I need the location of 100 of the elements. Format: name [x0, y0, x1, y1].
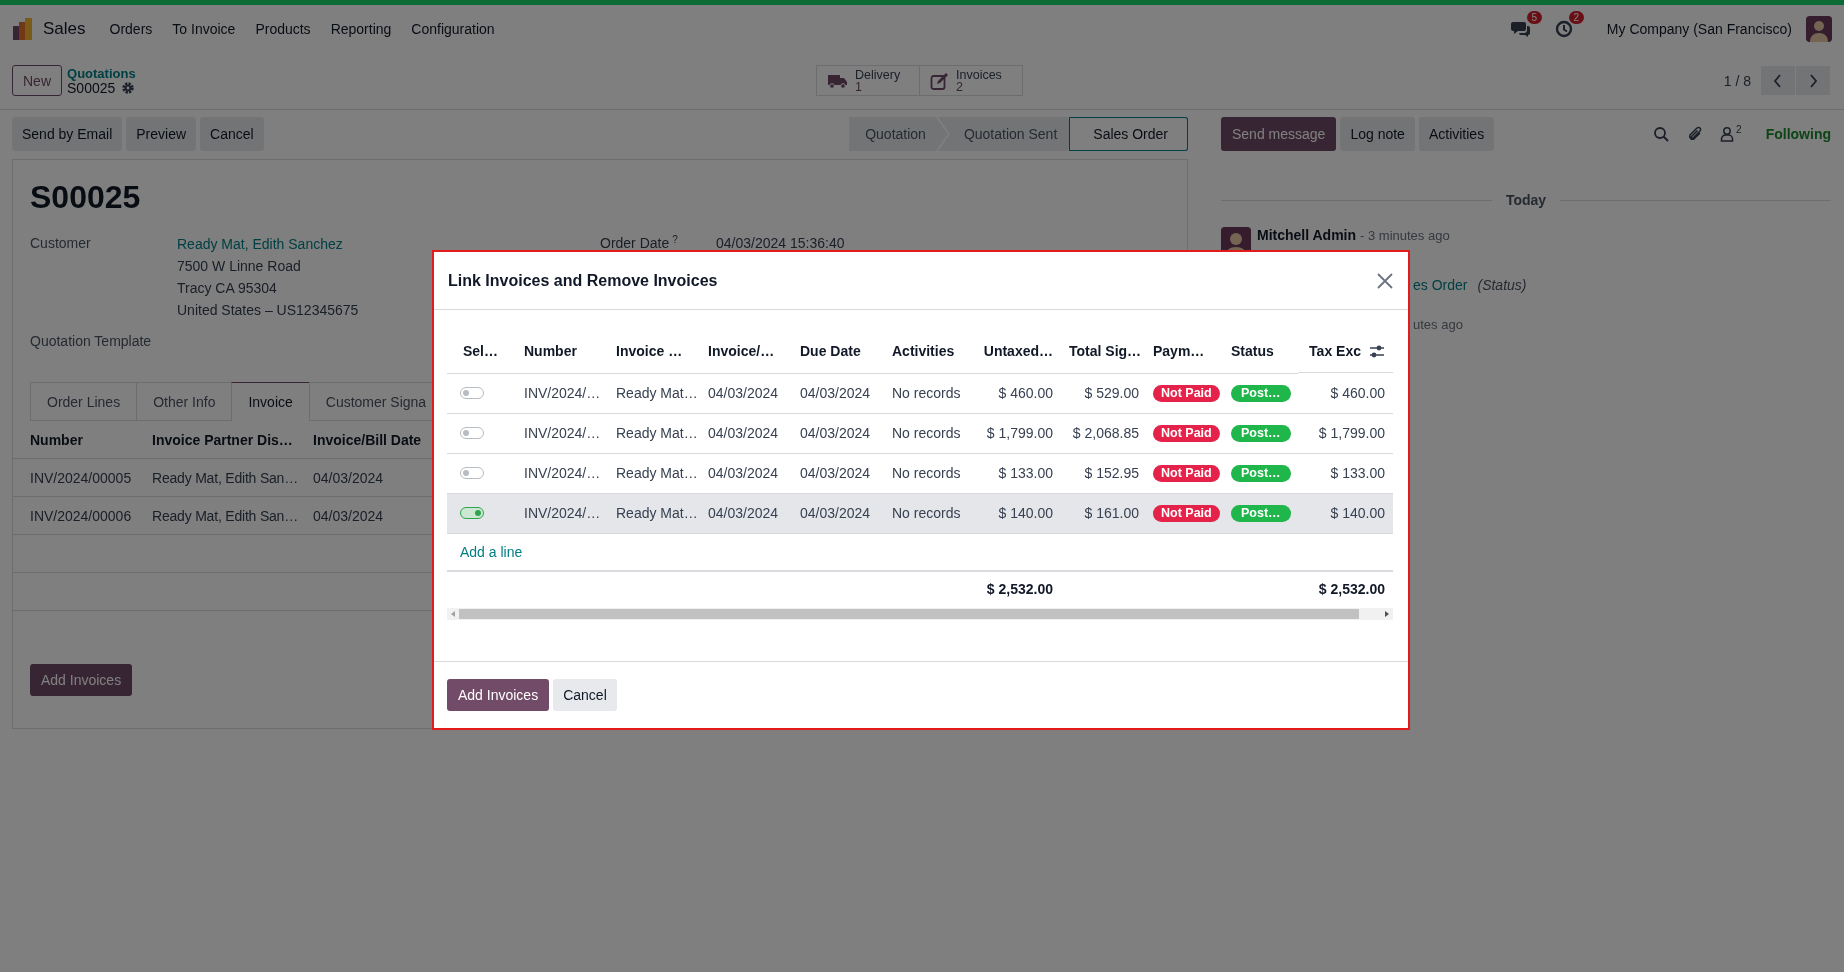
dialog-button[interactable]: Add Invoices: [447, 679, 550, 711]
app-name[interactable]: Sales: [43, 18, 86, 39]
payment-badge: Not Paid: [1153, 385, 1220, 402]
column-header[interactable]: Tax Exc: [1309, 343, 1361, 359]
table-cell: $ 1,799.00: [1298, 413, 1393, 453]
table-cell: $ 152.95: [1061, 453, 1147, 493]
customer-link[interactable]: Ready Mat, Edith Sanchez: [177, 233, 359, 255]
status-badge: Post…: [1231, 385, 1291, 402]
action-button[interactable]: Send by Email: [12, 117, 123, 151]
gear-icon[interactable]: [121, 81, 136, 95]
table-cell: $ 140.00: [1298, 493, 1393, 533]
user-icon[interactable]: [1720, 126, 1735, 142]
address-line: United States – US12345675: [177, 301, 359, 320]
app-logo-icon[interactable]: [12, 17, 33, 40]
chatter-button[interactable]: Activities: [1418, 117, 1495, 151]
table-cell: INV/2024/…: [516, 453, 608, 493]
toggle-switch[interactable]: [460, 387, 484, 399]
chatter-button[interactable]: Log note: [1340, 117, 1415, 151]
add-line-link[interactable]: Add a line: [460, 543, 523, 560]
table-cell: No records: [884, 373, 968, 413]
table-cell: 04/03/2024: [700, 493, 792, 533]
payment-badge: Not Paid: [1153, 505, 1220, 522]
table-cell: $ 529.00: [1061, 373, 1147, 413]
add-invoices-button[interactable]: Add Invoices: [30, 664, 133, 696]
action-button[interactable]: Preview: [126, 117, 197, 151]
table-cell: $ 2,068.85: [1061, 413, 1147, 453]
column-header[interactable]: Total Sig…: [1069, 343, 1142, 360]
new-button[interactable]: New: [12, 65, 62, 96]
column-header[interactable]: Number: [13, 421, 144, 459]
action-button[interactable]: Cancel: [200, 117, 264, 151]
smart-button[interactable]: Delivery 1: [816, 65, 920, 96]
table-cell: $ 460.00: [1298, 373, 1393, 413]
record-title: S00025: [30, 178, 142, 217]
table-cell: 04/03/2024: [792, 453, 884, 493]
column-header[interactable]: Sel…: [463, 343, 498, 360]
tab[interactable]: Order Lines: [30, 382, 138, 420]
next-button[interactable]: [1796, 66, 1830, 95]
table-cell: No records: [884, 413, 968, 453]
chatter-button[interactable]: Send message: [1221, 117, 1337, 151]
table-cell: $ 133.00: [1298, 453, 1393, 493]
stage-link[interactable]: es Order: [1413, 277, 1468, 293]
column-header[interactable]: Status: [1231, 343, 1274, 360]
field-label: Customer: [30, 235, 92, 253]
table-cell: $ 460.00: [968, 373, 1061, 413]
column-header[interactable]: Invoice/…: [708, 343, 775, 360]
table-cell: $ 140.00: [968, 493, 1061, 533]
following-button[interactable]: Following: [1765, 126, 1831, 142]
toggle-switch[interactable]: [460, 427, 484, 439]
breadcrumb-link[interactable]: Quotations: [67, 65, 136, 81]
column-header[interactable]: Untaxed…: [983, 343, 1053, 360]
column-header[interactable]: Due Date: [800, 343, 861, 360]
payment-badge: Not Paid: [1153, 425, 1220, 442]
table-cell: Ready Mat, Edith San…: [144, 458, 305, 497]
column-header[interactable]: Number: [524, 343, 577, 360]
dialog-button[interactable]: Cancel: [553, 679, 617, 711]
close-icon[interactable]: [1376, 271, 1394, 290]
field-value: 04/03/2024 15:36:40: [716, 235, 845, 251]
clock-icon[interactable]: [1554, 19, 1573, 38]
table-cell: INV/2024/00006: [13, 496, 144, 535]
table-cell: No records: [884, 493, 968, 533]
column-header[interactable]: Invoice …: [616, 343, 683, 360]
menu-item[interactable]: Configuration: [401, 20, 505, 37]
author-name: Mitchell Admin: [1257, 227, 1357, 243]
help-mark[interactable]: ?: [672, 235, 678, 245]
menu-item[interactable]: Reporting: [320, 20, 402, 37]
chat-icon[interactable]: [1510, 19, 1531, 38]
column-header[interactable]: Invoice Partner Dis…: [144, 421, 305, 459]
company-switcher[interactable]: My Company (San Francisco): [1606, 20, 1792, 37]
menu-item[interactable]: Orders: [99, 20, 163, 37]
table-cell: INV/2024/00005: [13, 458, 144, 497]
toggle-switch[interactable]: [460, 507, 484, 519]
table-cell: INV/2024/…: [516, 373, 608, 413]
avatar[interactable]: [1806, 15, 1832, 42]
table-cell: Ready Mat…: [608, 373, 700, 413]
menu-item[interactable]: To Invoice: [162, 20, 246, 37]
follower-count: 2: [1736, 126, 1742, 134]
message-time: utes ago: [1413, 317, 1464, 332]
status-badge: Post…: [1231, 505, 1291, 522]
previous-button[interactable]: [1761, 66, 1795, 95]
settings-sliders-icon[interactable]: [1369, 343, 1385, 359]
field-label: Quotation Template: [30, 333, 153, 349]
status-stage[interactable]: Sales Order: [1069, 117, 1188, 151]
toggle-switch[interactable]: [460, 467, 484, 479]
payment-badge: Not Paid: [1153, 465, 1220, 482]
edit-icon: [930, 71, 949, 90]
menu-item[interactable]: Products: [245, 20, 321, 37]
field-note: (Status): [1477, 277, 1527, 293]
status-badge: Post…: [1231, 425, 1291, 442]
smart-button[interactable]: Invoices 2: [919, 65, 1023, 96]
column-header[interactable]: Paym…: [1153, 343, 1205, 360]
table-cell: 04/03/2024: [700, 373, 792, 413]
paperclip-icon[interactable]: [1687, 125, 1703, 143]
search-icon[interactable]: [1653, 126, 1670, 142]
message-time: - 3 minutes ago: [1360, 228, 1450, 243]
status-badge: Post…: [1231, 465, 1291, 482]
table-cell: Ready Mat, Edith San…: [144, 496, 305, 535]
column-header[interactable]: Activities: [892, 343, 955, 360]
tab[interactable]: Invoice: [231, 382, 310, 421]
total-cell: $ 2,532.00: [1298, 570, 1393, 606]
horizontal-scrollbar[interactable]: [447, 607, 1393, 620]
